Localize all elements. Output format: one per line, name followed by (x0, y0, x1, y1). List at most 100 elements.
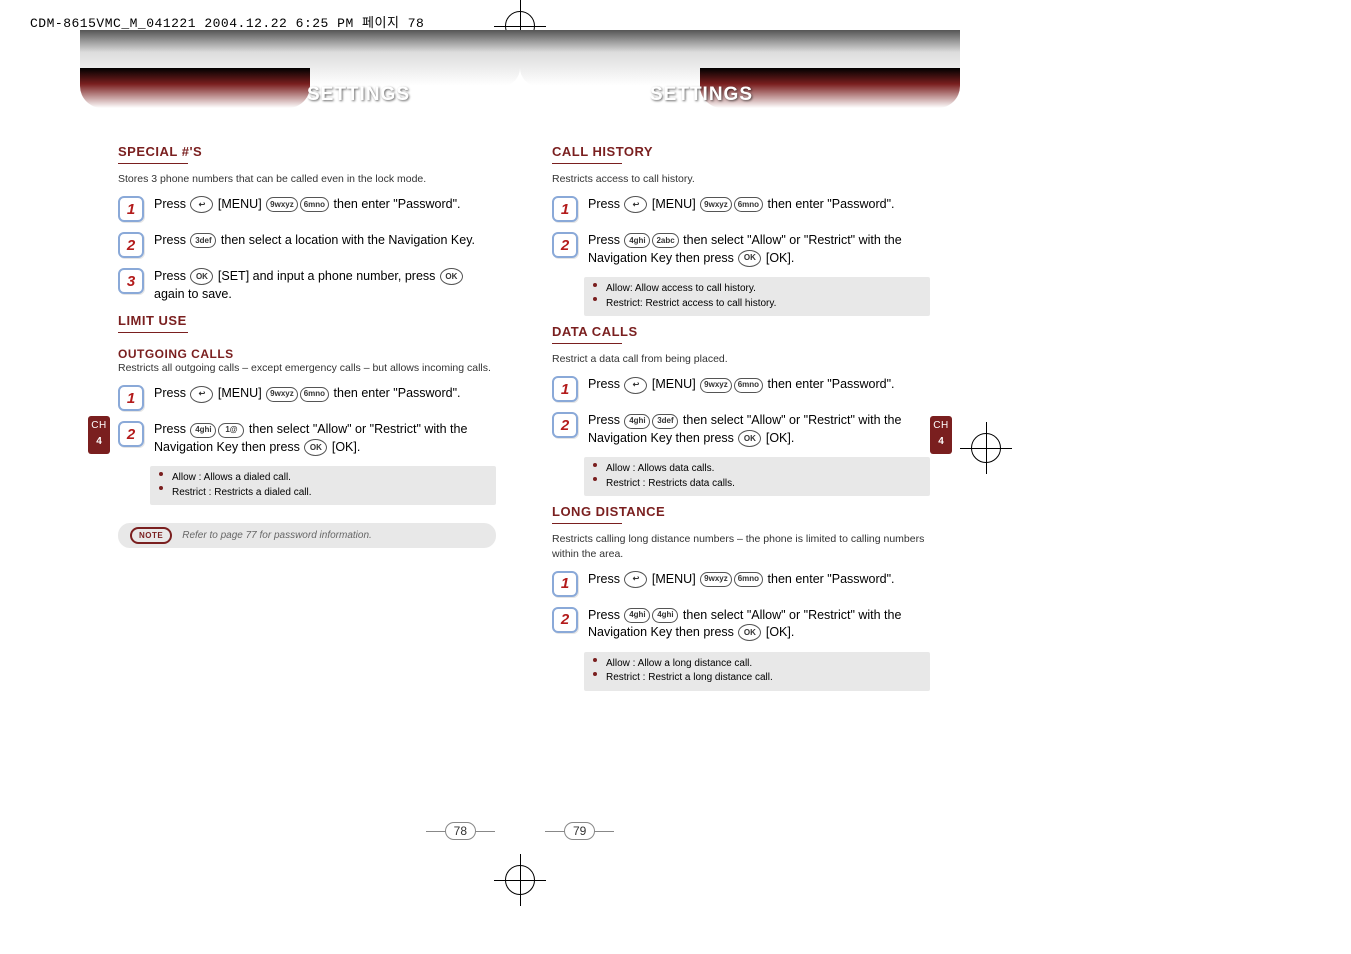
phone-key-icon: 6mno (734, 197, 763, 212)
bullet-icon (593, 672, 597, 676)
phone-key-icon: 9wxyz (266, 197, 298, 212)
note-text: Refer to page 77 for password informatio… (182, 530, 372, 541)
page-number: 78 (445, 822, 476, 840)
phone-key-icon: ↩ (624, 377, 647, 394)
page-title: SETTINGS (650, 84, 753, 106)
chapter-tab: CH 4 (930, 416, 952, 454)
divider (118, 163, 188, 164)
info-line: Restrict : Restricts data calls. (606, 477, 922, 492)
section-title: LIMIT USE (118, 313, 496, 328)
phone-key-icon: 1@ (218, 423, 244, 438)
page-title: SETTINGS (307, 84, 410, 106)
instruction-step: 1 Press ↩ [MENU] 9wxyz6mno then enter "Pa… (552, 196, 930, 222)
registration-mark-icon (502, 862, 538, 898)
step-number-badge: 2 (552, 607, 578, 633)
step-text: Press ↩ [MENU] 9wxyz6mno then enter "Pas… (154, 196, 496, 222)
phone-key-icon: OK (738, 250, 761, 267)
bullet-icon (593, 477, 597, 481)
section-description: Restricts calling long distance numbers … (552, 532, 930, 560)
info-box: Allow: Allow access to call history.Rest… (584, 277, 930, 316)
phone-key-icon: [MENU] (214, 386, 265, 400)
instruction-step: 2 Press 3def then select a location with … (118, 232, 496, 258)
phone-key-icon: [MENU] (214, 197, 265, 211)
info-box: Allow : Allows data calls.Restrict : Res… (584, 457, 930, 496)
phone-key-icon: 9wxyz (700, 197, 732, 212)
header-banner (80, 26, 520, 112)
step-number-badge: 2 (552, 412, 578, 438)
phone-key-icon: ↩ (624, 196, 647, 213)
info-box: Allow : Allow a long distance call.Restr… (584, 652, 930, 691)
instruction-step: 2 Press 4ghi2abc then select "Allow" or "… (552, 232, 930, 267)
step-number-badge: 2 (552, 232, 578, 258)
step-number-badge: 3 (118, 268, 144, 294)
divider (552, 523, 622, 524)
sub-section-title: OUTGOING CALLS (118, 347, 496, 361)
step-number-badge: 2 (118, 421, 144, 447)
bullet-icon (159, 472, 163, 476)
phone-key-icon: 6mno (300, 197, 329, 212)
divider (118, 332, 188, 333)
phone-key-icon: 3def (652, 414, 678, 429)
info-line: Allow: Allow access to call history. (606, 282, 922, 297)
phone-key-icon: OK (738, 430, 761, 447)
chapter-tab: CH 4 (88, 416, 110, 454)
phone-key-icon: 4ghi (624, 608, 650, 623)
info-line: Restrict : Restrict a long distance call… (606, 671, 922, 686)
page-number: 79 (564, 822, 595, 840)
phone-key-icon: OK (190, 268, 213, 285)
phone-key-icon: OK (738, 624, 761, 641)
instruction-step: 1 Press ↩ [MENU] 9wxyz6mno then enter "Pa… (118, 196, 496, 222)
step-number-badge: 1 (118, 196, 144, 222)
phone-key-icon: 6mno (734, 572, 763, 587)
phone-key-icon: 4ghi (190, 423, 216, 438)
step-number-badge: 1 (552, 376, 578, 402)
phone-key-icon: ↩ (190, 196, 213, 213)
phone-key-icon: 9wxyz (700, 572, 732, 587)
divider (552, 343, 622, 344)
info-line: Allow : Allows a dialed call. (172, 471, 488, 486)
phone-key-icon: 3def (190, 233, 216, 248)
page-left: SETTINGS CH 4 SPECIAL #'SStores 3 phone … (80, 26, 520, 856)
phone-key-icon: [MENU] (648, 572, 699, 586)
instruction-step: 2Press 4ghi4ghi then select "Allow" or "… (552, 607, 930, 642)
phone-key-icon: OK (440, 268, 463, 285)
section-title: SPECIAL #'S (118, 144, 496, 159)
step-number-badge: 2 (118, 232, 144, 258)
phone-key-icon: ↩ (624, 571, 647, 588)
info-line: Allow : Allows data calls. (606, 462, 922, 477)
instruction-step: 2 Press 4ghi3def then select "Allow" or "… (552, 412, 930, 447)
phone-key-icon: OK (304, 439, 327, 456)
step-text: Press 4ghi2abc then select "Allow" or "R… (588, 232, 930, 267)
info-line: Restrict : Restricts a dialed call. (172, 486, 488, 501)
info-line: Restrict: Restrict access to call histor… (606, 297, 922, 312)
section-title: CALL HISTORY (552, 144, 930, 159)
phone-key-icon: 4ghi (624, 233, 650, 248)
phone-key-icon: 2abc (652, 233, 678, 248)
page-right: SETTINGS CH 4 CALL HISTORY Restricts acce… (520, 26, 960, 856)
step-number-badge: 1 (552, 196, 578, 222)
phone-key-icon: 6mno (734, 378, 763, 393)
instruction-step: 1 Press ↩ [MENU] 9wxyz6mno then enter "Pa… (552, 376, 930, 402)
step-text: Press ↩ [MENU] 9wxyz6mno then enter "Pas… (588, 376, 930, 402)
step-text: Press 3def then select a location with t… (154, 232, 496, 258)
step-text: Press ↩ [MENU] 9wxyz6mno then enter "Pas… (588, 196, 930, 222)
instruction-step: 2 Press 4ghi1@ then select "Allow" or "Re… (118, 421, 496, 456)
step-text: Press 4ghi3def then select "Allow" or "R… (588, 412, 930, 447)
instruction-step: 3 Press OK [SET] and input a phone number… (118, 268, 496, 303)
section-title: DATA CALLS (552, 324, 930, 339)
instruction-step: 1 Press ↩ [MENU] 9wxyz6mno then enter "Pa… (552, 571, 930, 597)
step-number-badge: 1 (118, 385, 144, 411)
instruction-step: 1 Press ↩ [MENU] 9wxyz6mno then enter "Pa… (118, 385, 496, 411)
section-title: LONG DISTANCE (552, 504, 930, 519)
step-number-badge: 1 (552, 571, 578, 597)
step-text: Press OK [SET] and input a phone number,… (154, 268, 496, 303)
phone-key-icon: [MENU] (648, 197, 699, 211)
step-text: Press ↩ [MENU] 9wxyz6mno then enter "Pas… (154, 385, 496, 411)
note-box: NOTERefer to page 77 for password inform… (118, 523, 496, 548)
phone-key-icon: ↩ (190, 386, 213, 403)
step-text: Press ↩ [MENU] 9wxyz6mno then enter "Pas… (588, 571, 930, 597)
step-text: Press 4ghi1@ then select "Allow" or "Res… (154, 421, 496, 456)
section-description: Restricts all outgoing calls – except em… (118, 361, 496, 375)
phone-key-icon: 4ghi (624, 414, 650, 429)
section-description: Restricts access to call history. (552, 172, 930, 186)
